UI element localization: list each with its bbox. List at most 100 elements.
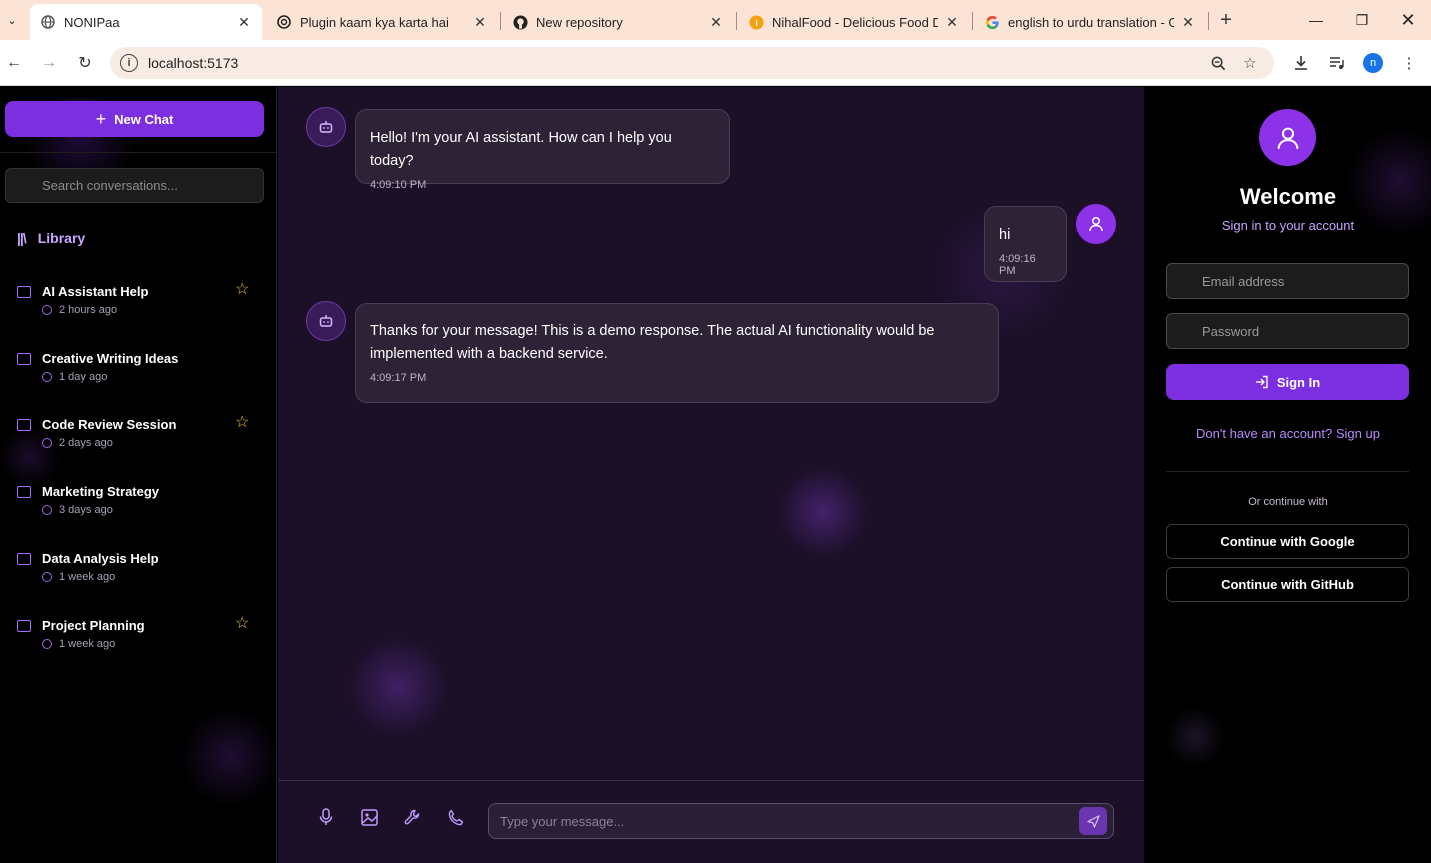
search-input[interactable] <box>6 169 263 202</box>
chat-bubble-icon <box>17 419 31 431</box>
conversation-item[interactable]: Code Review Session 2 days ago ☆ <box>17 412 257 465</box>
auth-subtitle: Sign in to your account <box>1221 218 1355 233</box>
forward-icon[interactable]: → <box>35 49 63 77</box>
search-conversations[interactable] <box>5 168 264 203</box>
chat-bubble-icon <box>17 620 31 632</box>
sidebar: + New Chat ||\ Library AI Assistant Help… <box>0 87 277 863</box>
tab-plugin[interactable]: Plugin kaam kya karta hai ✕ <box>266 4 498 40</box>
user-message: hi 4:09:16 PM <box>984 206 1067 282</box>
clock-icon <box>42 305 52 315</box>
conversation-item[interactable]: Creative Writing Ideas 1 day ago <box>17 349 257 399</box>
conversation-title: Data Analysis Help <box>42 551 159 566</box>
chat-bubble-icon <box>17 486 31 498</box>
url-text[interactable]: localhost:5173 <box>148 55 238 71</box>
message-text: Thanks for your message! This is a demo … <box>370 323 935 362</box>
bookmark-star-icon[interactable]: ☆ <box>1240 53 1260 73</box>
message-input-box[interactable] <box>488 803 1114 839</box>
openai-icon <box>276 14 292 30</box>
tab-title: Plugin kaam kya karta hai <box>300 14 449 30</box>
address-bar[interactable]: i localhost:5173 ☆ <box>110 47 1274 79</box>
conversation-time-text: 1 week ago <box>59 571 116 583</box>
wrench-icon[interactable] <box>400 805 424 829</box>
divider <box>0 152 276 153</box>
conversation-item[interactable]: Marketing Strategy 3 days ago <box>17 482 257 532</box>
tab-new-repository[interactable]: New repository ✕ <box>502 4 734 40</box>
sign-in-button[interactable]: Sign In <box>1166 364 1409 400</box>
new-tab-icon[interactable]: + <box>1214 8 1238 32</box>
close-tab-icon[interactable]: ✕ <box>944 14 960 31</box>
close-tab-icon[interactable]: ✕ <box>472 14 488 31</box>
close-tab-icon[interactable]: ✕ <box>236 14 252 31</box>
tab-title: New repository <box>536 14 623 30</box>
clock-icon <box>42 372 52 382</box>
password-input[interactable] <box>1167 314 1408 348</box>
image-icon[interactable] <box>357 805 381 829</box>
clock-icon <box>42 572 52 582</box>
tab-search-icon[interactable]: ⌄ <box>0 6 24 34</box>
star-icon[interactable]: ☆ <box>235 412 249 432</box>
plus-icon: + <box>95 108 107 129</box>
continue-with-google-button[interactable]: Continue with Google <box>1166 524 1409 559</box>
auth-title: Welcome <box>1239 184 1337 209</box>
conversation-title: Code Review Session <box>42 417 177 432</box>
microphone-icon[interactable] <box>314 805 338 829</box>
close-tab-icon[interactable]: ✕ <box>708 14 724 31</box>
background-glow <box>348 637 448 737</box>
svg-text:i: i <box>755 17 758 27</box>
message-input[interactable] <box>489 804 1069 838</box>
conversation-item[interactable]: Project Planning 1 week ago ☆ <box>17 613 257 666</box>
back-icon[interactable]: ← <box>0 49 28 77</box>
browser-tab-bar: ⌄ NONIPaa ✕ Plugin kaam kya karta hai ✕ … <box>0 0 1431 40</box>
user-icon <box>1089 216 1103 232</box>
continue-with-github-button[interactable]: Continue with GitHub <box>1166 567 1409 602</box>
github-button-label: Continue with GitHub <box>1221 577 1354 592</box>
divider <box>1166 471 1409 472</box>
sign-up-link[interactable]: Don't have an account? Sign up <box>1145 426 1431 441</box>
or-continue-with: Or continue with <box>1248 496 1328 508</box>
conversation-title: Project Planning <box>42 618 145 633</box>
star-icon[interactable]: ☆ <box>235 613 249 633</box>
conversation-time: 1 week ago <box>42 571 115 583</box>
chat-bubble-icon <box>17 286 31 298</box>
minimize-icon[interactable]: — <box>1293 4 1339 36</box>
download-icon[interactable] <box>1290 52 1312 74</box>
message-timestamp: 4:09:17 PM <box>370 372 427 384</box>
tab-separator <box>736 12 737 30</box>
conversation-title: Marketing Strategy <box>42 484 160 499</box>
zoom-icon[interactable] <box>1208 53 1228 73</box>
more-menu-icon[interactable]: ⋮ <box>1398 52 1420 74</box>
close-tab-icon[interactable]: ✕ <box>1180 14 1196 31</box>
email-field[interactable] <box>1166 263 1409 299</box>
reload-icon[interactable]: ↻ <box>71 49 99 77</box>
conversation-item[interactable]: Data Analysis Help 1 week ago <box>17 549 257 599</box>
auth-panel: Welcome Sign in to your account Sign In … <box>1145 87 1431 863</box>
restore-icon[interactable]: ❐ <box>1339 4 1385 36</box>
bot-icon <box>319 315 333 327</box>
background-glow <box>778 467 868 557</box>
send-button[interactable] <box>1079 807 1107 835</box>
new-chat-label: New Chat <box>114 111 174 127</box>
tab-google-translate[interactable]: english to urdu translation - Go ✕ <box>974 4 1206 40</box>
profile-avatar[interactable]: n <box>1363 53 1383 73</box>
message-text: Hello! I'm your AI assistant. How can I … <box>370 130 672 169</box>
close-window-icon[interactable]: ✕ <box>1385 4 1431 36</box>
new-chat-button[interactable]: + New Chat <box>5 101 264 137</box>
bot-icon <box>319 121 333 133</box>
email-input[interactable] <box>1167 264 1408 298</box>
conversation-time: 1 week ago <box>42 638 115 650</box>
google-button-label: Continue with Google <box>1220 534 1355 549</box>
conversation-time-text: 1 day ago <box>59 371 108 383</box>
star-icon[interactable]: ☆ <box>235 279 249 299</box>
media-queue-icon[interactable] <box>1326 52 1348 74</box>
library-link[interactable]: ||\ Library <box>17 230 85 246</box>
tab-nonipaa[interactable]: NONIPaa ✕ <box>30 4 262 40</box>
conversation-item[interactable]: AI Assistant Help 2 hours ago ☆ <box>17 279 257 332</box>
site-info-icon[interactable]: i <box>120 54 138 72</box>
tab-title: NihalFood - Delicious Food Del <box>772 14 938 30</box>
phone-icon[interactable] <box>443 805 467 829</box>
background-glow <box>180 707 276 807</box>
tab-nihalfood[interactable]: i NihalFood - Delicious Food Del ✕ <box>738 4 970 40</box>
assistant-message: Thanks for your message! This is a demo … <box>355 303 999 403</box>
password-field[interactable] <box>1166 313 1409 349</box>
chat-panel: Hello! I'm your AI assistant. How can I … <box>278 87 1144 863</box>
